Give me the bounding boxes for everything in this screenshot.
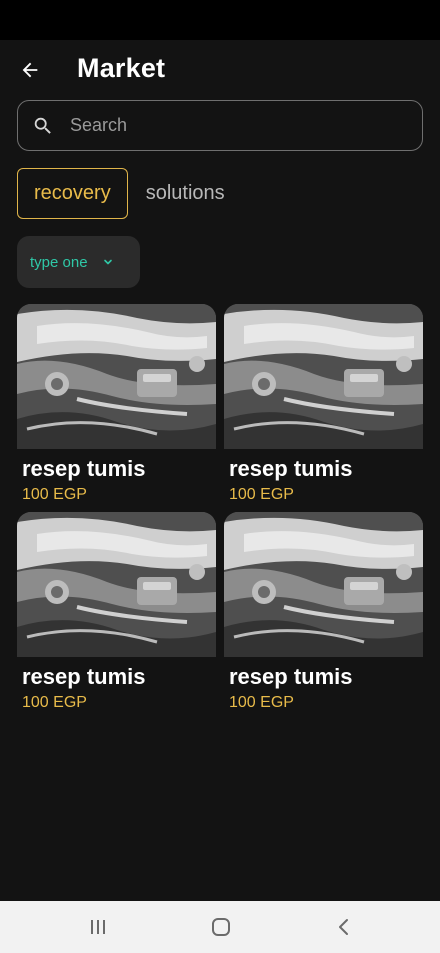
back-button[interactable] — [16, 56, 44, 84]
product-card[interactable]: resep tumis 100 EGP — [224, 512, 423, 712]
system-navigation-bar — [0, 901, 440, 953]
back-icon — [339, 919, 348, 935]
arrow-left-icon — [22, 62, 38, 78]
product-card[interactable]: resep tumis 100 EGP — [17, 512, 216, 712]
category-tabs: recovery solutions — [17, 168, 225, 219]
search-bar[interactable] — [17, 100, 423, 151]
engine-photo — [17, 304, 216, 449]
product-card[interactable]: resep tumis 100 EGP — [17, 304, 216, 504]
dropdown-selected-value: type one — [30, 253, 88, 271]
app-header: Market — [0, 40, 440, 98]
product-name: resep tumis — [229, 664, 353, 689]
engine-photo — [224, 304, 423, 449]
recent-apps-icon — [91, 920, 105, 934]
home-button[interactable] — [191, 901, 251, 953]
system-back-button[interactable] — [314, 901, 374, 953]
chevron-down-icon — [102, 256, 114, 268]
status-bar — [0, 0, 440, 40]
product-grid: resep tumis 100 EGP resep tumis 100 EGP — [17, 304, 423, 712]
page-title: Market — [77, 53, 166, 83]
engine-photo — [224, 512, 423, 657]
product-price: 100 EGP — [229, 694, 294, 711]
search-icon — [32, 115, 54, 137]
product-price: 100 EGP — [22, 486, 87, 503]
search-input[interactable] — [70, 115, 390, 136]
product-card[interactable]: resep tumis 100 EGP — [224, 304, 423, 504]
product-name: resep tumis — [22, 664, 146, 689]
type-filter-dropdown[interactable]: type one — [17, 236, 140, 288]
recent-apps-button[interactable] — [68, 901, 128, 953]
engine-photo — [17, 512, 216, 657]
product-name: resep tumis — [22, 456, 146, 481]
home-icon — [212, 918, 230, 936]
product-price: 100 EGP — [229, 486, 294, 503]
product-name: resep tumis — [229, 456, 353, 481]
tab-recovery[interactable]: recovery — [17, 168, 128, 219]
product-price: 100 EGP — [22, 694, 87, 711]
tab-solutions[interactable]: solutions — [128, 168, 225, 219]
